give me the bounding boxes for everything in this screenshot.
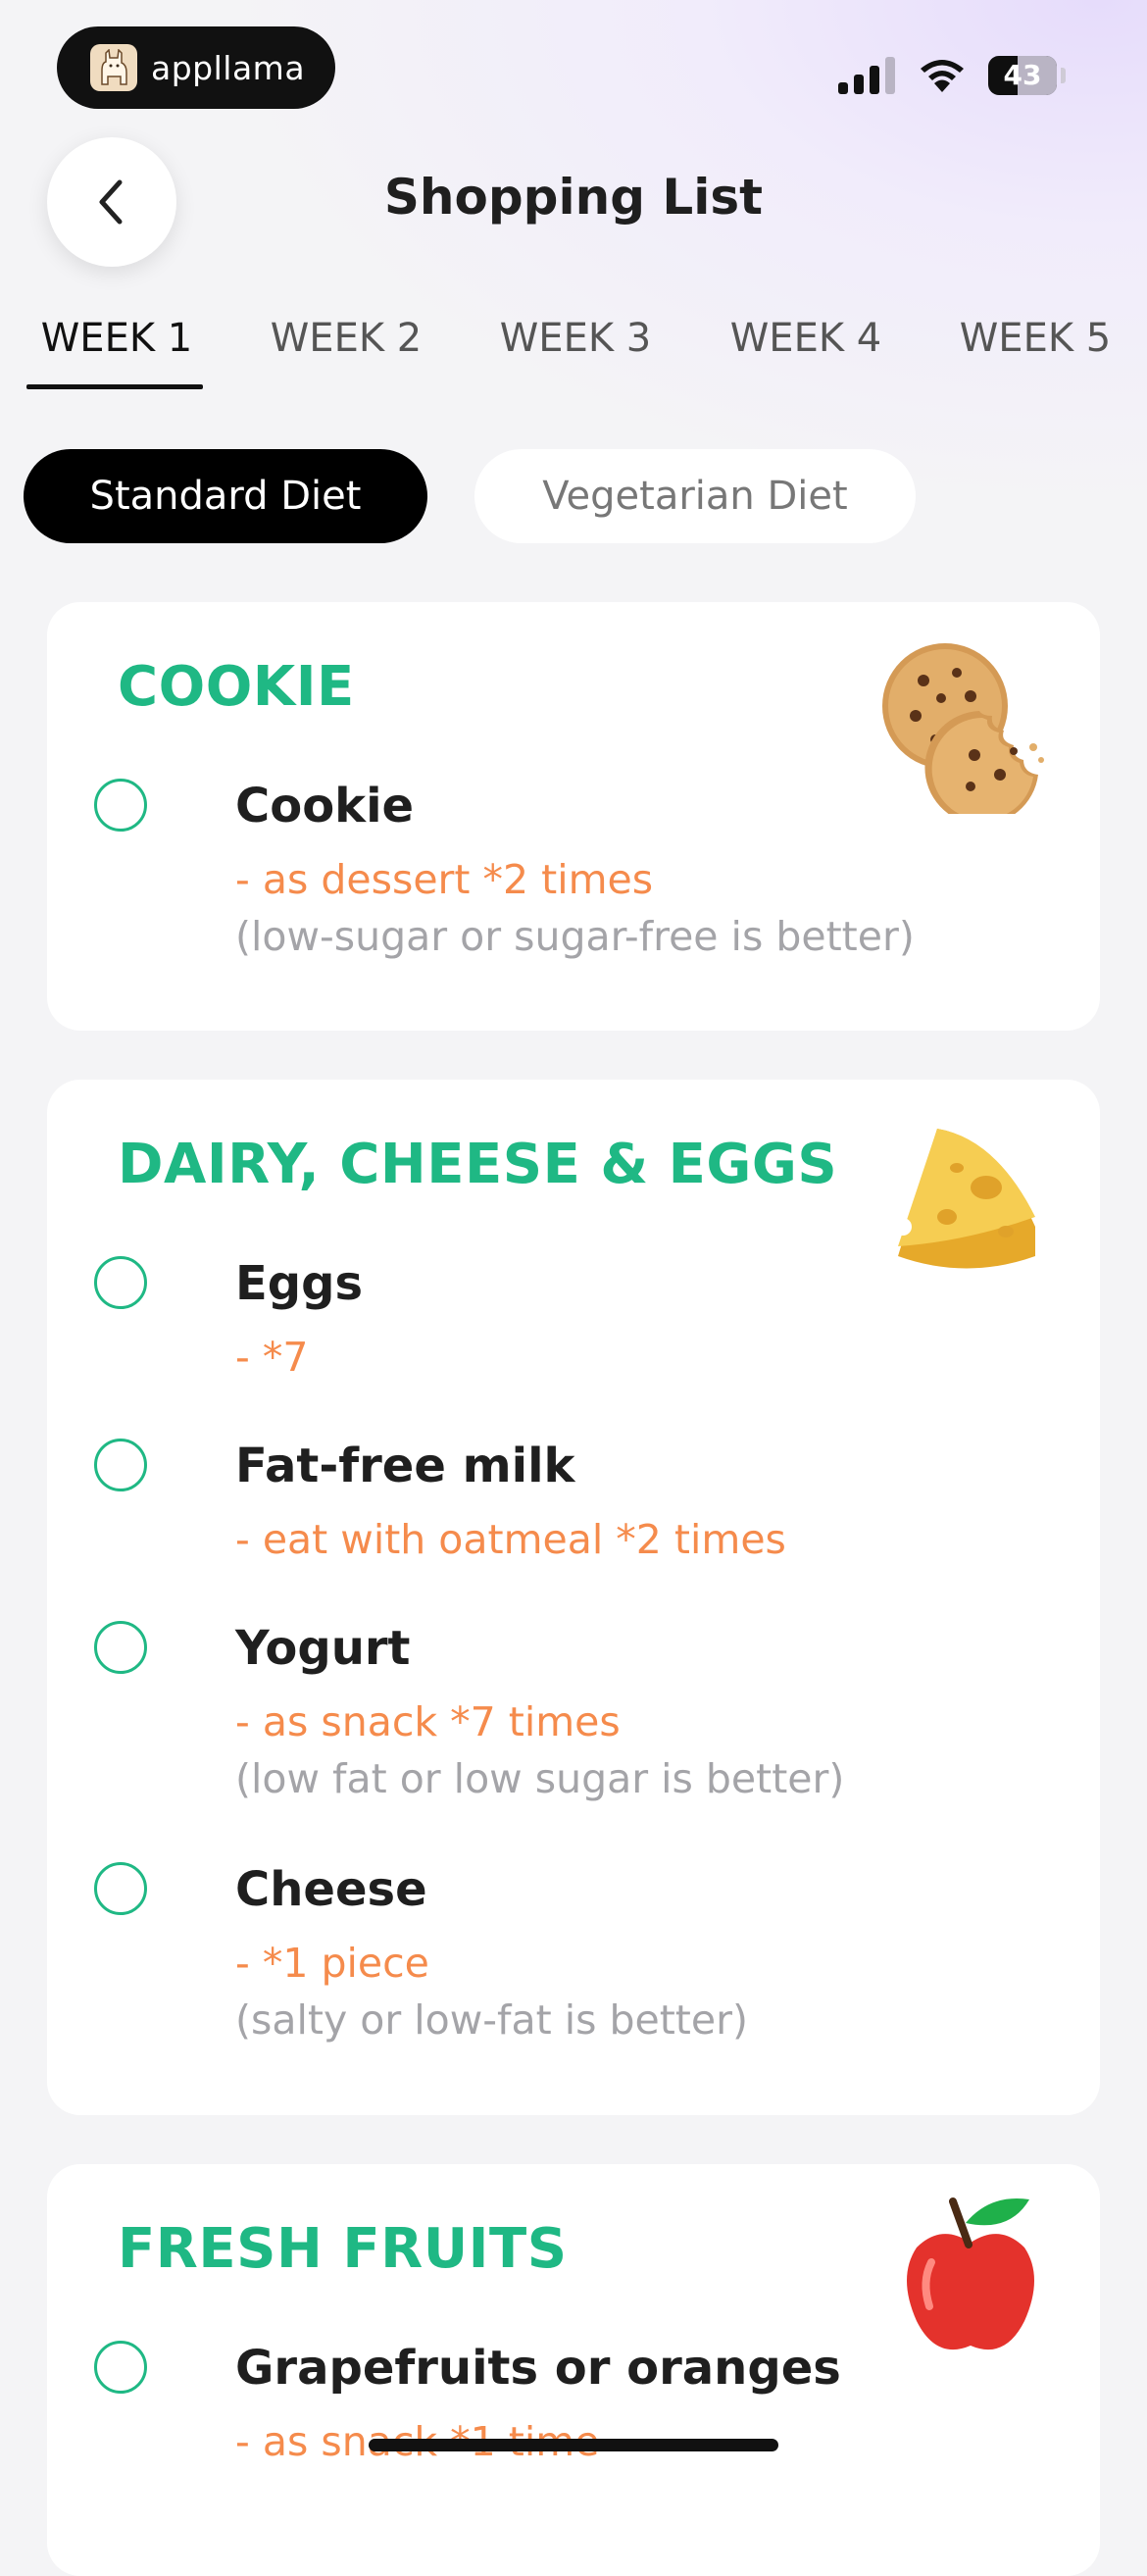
list-item: Cheese - *1 piece (salty or low-fat is b… xyxy=(94,1862,1074,2048)
item-name: Cheese xyxy=(235,1862,427,1917)
cheese-icon xyxy=(894,1129,1035,1269)
active-tab-indicator xyxy=(26,384,203,389)
app-logo-pill: appllama xyxy=(57,26,335,109)
item-note: - *7 xyxy=(235,1334,309,1381)
item-checkbox[interactable] xyxy=(94,779,147,832)
item-checkbox[interactable] xyxy=(94,1621,147,1674)
battery-icon: 43 xyxy=(988,56,1057,95)
tab-week-5[interactable]: WEEK 5 xyxy=(942,309,1128,368)
tab-week-4[interactable]: WEEK 4 xyxy=(713,309,899,368)
item-name: Yogurt xyxy=(235,1621,411,1676)
item-name: Grapefruits or oranges xyxy=(235,2341,841,2396)
item-checkbox[interactable] xyxy=(94,1439,147,1491)
brand-name: appllama xyxy=(151,48,306,87)
item-name: Cookie xyxy=(235,779,415,833)
item-hint: (salty or low-fat is better) xyxy=(235,1996,748,2044)
list-item: Yogurt - as snack *7 times (low fat or l… xyxy=(94,1621,1074,1807)
battery-level: 43 xyxy=(1003,59,1042,91)
tab-week-2[interactable]: WEEK 2 xyxy=(253,309,439,368)
llama-logo-icon xyxy=(90,44,137,91)
page-title: Shopping List xyxy=(383,169,764,226)
list-item: Eggs - *7 xyxy=(94,1256,1074,1381)
tab-week-1[interactable]: WEEK 1 xyxy=(24,309,210,368)
item-note: - as snack *7 times xyxy=(235,1698,621,1745)
category-card-dairy: DAIRY, CHEESE & EGGS Eggs - *7 Fat-free … xyxy=(47,1080,1100,2115)
item-hint: (low-sugar or sugar-free is better) xyxy=(235,913,915,960)
item-note: - as dessert *2 times xyxy=(235,856,654,903)
tab-week-3[interactable]: WEEK 3 xyxy=(482,309,669,368)
item-checkbox[interactable] xyxy=(94,1256,147,1309)
item-hint: (low fat or low sugar is better) xyxy=(235,1755,845,1802)
list-item: Cookie - as dessert *2 times (low-sugar … xyxy=(94,779,1074,994)
standard-diet-button[interactable]: Standard Diet xyxy=(24,449,427,543)
category-title: COOKIE xyxy=(118,655,355,719)
item-name: Fat-free milk xyxy=(235,1439,575,1493)
status-bar: appllama 43 xyxy=(0,0,1147,137)
category-title: FRESH FRUITS xyxy=(118,2217,568,2281)
cellular-signal-icon xyxy=(838,57,895,94)
item-name: Eggs xyxy=(235,1256,364,1311)
item-checkbox[interactable] xyxy=(94,2341,147,2394)
item-checkbox[interactable] xyxy=(94,1862,147,1915)
category-title: DAIRY, CHEESE & EGGS xyxy=(118,1133,838,1196)
category-card-cookie: COOKIE Cookie - as dessert *2 times (low… xyxy=(47,602,1100,1031)
vegetarian-diet-button[interactable]: Vegetarian Diet xyxy=(474,449,916,543)
home-indicator xyxy=(369,2439,778,2451)
item-note: - eat with oatmeal *2 times xyxy=(235,1516,786,1563)
battery-nub xyxy=(1061,68,1066,83)
item-note: - *1 piece xyxy=(235,1940,429,1987)
diet-toggle: Standard Diet Vegetarian Diet xyxy=(0,449,1147,543)
category-card-fresh-fruits: FRESH FRUITS Grapefruits or oranges - as… xyxy=(47,2164,1100,2576)
list-item: Grapefruits or oranges - as snack *1 tim… xyxy=(94,2341,1074,2498)
list-item: Fat-free milk - eat with oatmeal *2 time… xyxy=(94,1439,1074,1563)
week-tabs: WEEK 1 WEEK 2 WEEK 3 WEEK 4 WEEK 5 xyxy=(0,299,1147,392)
wifi-icon xyxy=(921,60,964,92)
